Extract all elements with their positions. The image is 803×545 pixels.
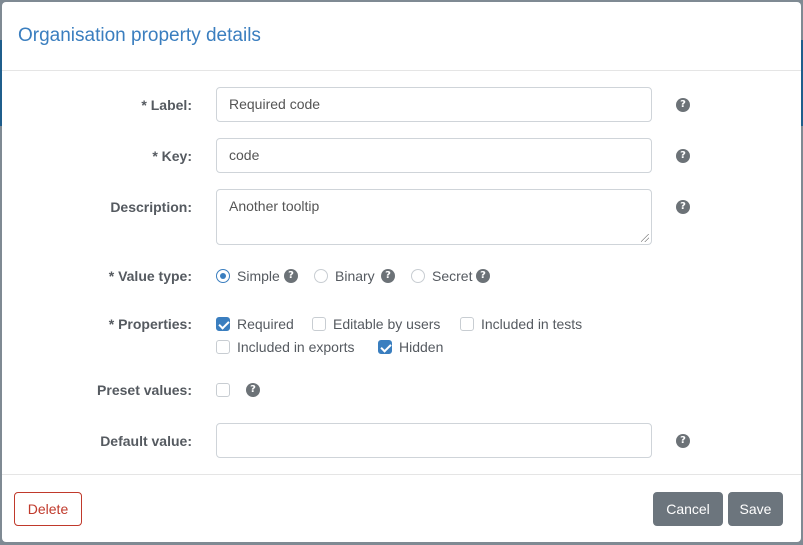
included-in-tests-checkbox[interactable] [460,317,474,331]
secret-help-icon[interactable]: ? [476,269,490,283]
modal-footer: Delete Cancel Save [2,474,801,542]
required-label[interactable]: Required [237,316,294,332]
value-type-binary-radio[interactable] [314,269,328,283]
delete-button[interactable]: Delete [14,492,82,526]
default-value-field[interactable] [216,423,652,458]
editable-by-users-checkbox[interactable] [312,317,326,331]
value-type-caption: * Value type: [108,268,192,284]
label-help-icon[interactable]: ? [676,98,690,112]
label-caption: * Label: [141,97,192,113]
modal-header: Organisation property details [2,2,801,71]
included-in-exports-checkbox[interactable] [216,340,230,354]
value-type-secret-label[interactable]: Secret [432,268,472,284]
resize-grip-icon[interactable] [641,234,649,242]
value-type-binary-label[interactable]: Binary [335,268,375,284]
key-row: * Key: code ? [2,138,801,174]
value-type-simple-label[interactable]: Simple [237,268,280,284]
preset-values-row: Preset values: ? [2,378,801,402]
binary-help-icon[interactable]: ? [381,269,395,283]
description-help-icon[interactable]: ? [676,200,690,214]
included-in-tests-label[interactable]: Included in tests [481,316,582,332]
save-button[interactable]: Save [728,492,783,526]
default-value-row: Default value: ? [2,423,801,459]
key-help-icon[interactable]: ? [676,149,690,163]
modal-title: Organisation property details [18,25,261,46]
label-row: * Label: Required code ? [2,87,801,123]
included-in-exports-label[interactable]: Included in exports [237,339,355,355]
properties-row: * Properties: Required Editable by users… [2,312,801,360]
description-textarea[interactable]: Another tooltip [216,189,652,245]
preset-values-help-icon[interactable]: ? [246,383,260,397]
default-value-caption: Default value: [100,433,192,449]
description-row: Description: Another tooltip ? [2,189,801,245]
description-text: Another tooltip [229,198,320,214]
label-field[interactable]: Required code [216,87,652,122]
key-caption: * Key: [152,148,192,164]
description-caption: Description: [110,199,192,215]
hidden-label[interactable]: Hidden [399,339,443,355]
cancel-button[interactable]: Cancel [653,492,723,526]
value-type-simple-radio[interactable] [216,269,230,283]
value-type-row: * Value type: Simple ? Binary ? Secret ? [2,264,801,288]
default-value-help-icon[interactable]: ? [676,434,690,448]
editable-by-users-label[interactable]: Editable by users [333,316,440,332]
key-field[interactable]: code [216,138,652,173]
preset-values-checkbox[interactable] [216,383,230,397]
property-details-modal: Organisation property details * Label: R… [2,2,801,542]
simple-help-icon[interactable]: ? [284,269,298,283]
hidden-checkbox[interactable] [378,340,392,354]
required-checkbox[interactable] [216,317,230,331]
preset-values-caption: Preset values: [97,382,192,398]
properties-caption: * Properties: [108,316,192,332]
value-type-secret-radio[interactable] [411,269,425,283]
